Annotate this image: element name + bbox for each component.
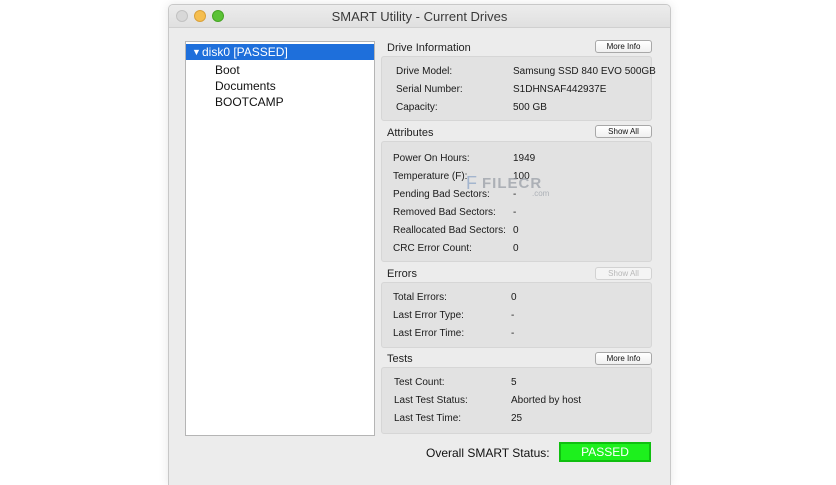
- errors-heading: Errors: [387, 268, 417, 280]
- attributes-heading: Attributes: [387, 127, 434, 139]
- crc-error-count-value: 0: [513, 243, 519, 254]
- last-test-status-value: Aborted by host: [511, 395, 582, 406]
- window-title: SMART Utility - Current Drives: [331, 9, 508, 24]
- drive-info-more-button[interactable]: More Info: [595, 40, 652, 53]
- total-errors-value: 0: [511, 292, 517, 303]
- last-test-time-value: 25: [511, 413, 523, 424]
- reallocated-bad-sectors-value: 0: [513, 225, 519, 236]
- power-on-hours-value: 1949: [513, 153, 536, 164]
- temperature-label: Temperature (F):: [393, 171, 468, 182]
- drive-model-value: Samsung SSD 840 EVO 500GB: [513, 66, 656, 77]
- last-error-time-label: Last Error Time:: [393, 328, 465, 339]
- watermark-sub: .com: [532, 189, 550, 198]
- drive-model-label: Drive Model:: [396, 66, 453, 77]
- last-error-type-value: -: [511, 310, 515, 321]
- test-count-value: 5: [511, 377, 517, 388]
- attributes-show-all-button[interactable]: Show All: [595, 125, 652, 138]
- app-window: SMART Utility - Current Drives ▼ disk0 […: [168, 4, 671, 485]
- volume-item-bootcamp[interactable]: BOOTCAMP: [215, 95, 284, 109]
- last-test-time-label: Last Test Time:: [394, 413, 462, 424]
- capacity-value: 500 GB: [513, 102, 547, 113]
- total-errors-label: Total Errors:: [393, 292, 447, 303]
- disclosure-triangle-icon[interactable]: ▼: [192, 44, 201, 60]
- watermark-logo-icon: F: [466, 173, 477, 193]
- last-error-type-label: Last Error Type:: [393, 310, 464, 321]
- last-test-status-label: Last Test Status:: [394, 395, 468, 406]
- serial-number-label: Serial Number:: [396, 84, 463, 95]
- last-error-time-value: -: [511, 328, 515, 339]
- drive-item-label: disk0 [PASSED]: [202, 45, 288, 59]
- test-count-label: Test Count:: [394, 377, 445, 388]
- overall-status-badge: PASSED: [559, 442, 651, 462]
- crc-error-count-label: CRC Error Count:: [393, 243, 472, 254]
- attributes-group: Power On Hours: 1949 Temperature (F): 10…: [381, 141, 652, 262]
- volume-item-boot[interactable]: Boot: [215, 63, 240, 77]
- volume-item-documents[interactable]: Documents: [215, 79, 276, 93]
- tests-group: Test Count: 5 Last Test Status: Aborted …: [381, 367, 652, 434]
- title-bar[interactable]: SMART Utility - Current Drives: [169, 5, 670, 28]
- errors-show-all-button: Show All: [595, 267, 652, 280]
- overall-status-label: Overall SMART Status:: [426, 446, 550, 460]
- removed-bad-sectors-value: -: [513, 207, 517, 218]
- reallocated-bad-sectors-label: Reallocated Bad Sectors:: [393, 225, 506, 236]
- capacity-label: Capacity:: [396, 102, 438, 113]
- serial-number-value: S1DHNSAF442937E: [513, 84, 607, 95]
- tests-more-info-button[interactable]: More Info: [595, 352, 652, 365]
- drive-item-disk0[interactable]: ▼ disk0 [PASSED]: [186, 44, 374, 60]
- removed-bad-sectors-label: Removed Bad Sectors:: [393, 207, 496, 218]
- drive-list[interactable]: ▼ disk0 [PASSED] Boot Documents BOOTCAMP: [185, 41, 375, 436]
- drive-info-group: Drive Model: Samsung SSD 840 EVO 500GB S…: [381, 56, 656, 121]
- drive-info-heading: Drive Information: [387, 42, 471, 54]
- power-on-hours-label: Power On Hours:: [393, 153, 470, 164]
- tests-heading: Tests: [387, 353, 413, 365]
- errors-group: Total Errors: 0 Last Error Type: - Last …: [381, 282, 652, 348]
